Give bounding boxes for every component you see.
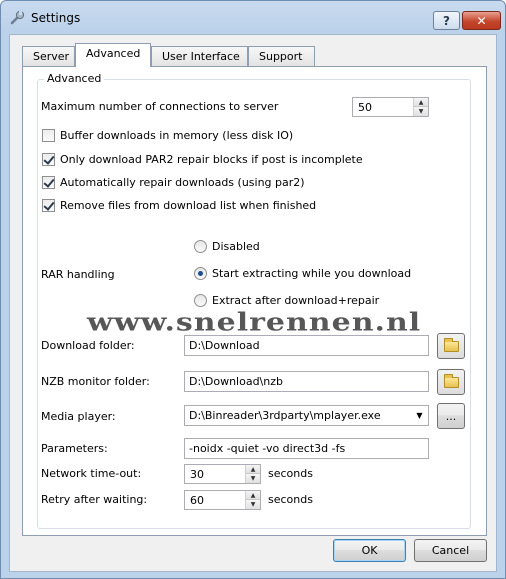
- auto-repair-label: Automatically repair downloads (using pa…: [60, 176, 305, 189]
- help-button[interactable]: ?: [433, 11, 460, 30]
- spin-down-icon[interactable]: ▼: [414, 107, 428, 116]
- rar-extract-after-label: Extract after download+repair: [212, 294, 380, 307]
- spinner-arrows: ▲ ▼: [413, 98, 428, 116]
- retry-spinner[interactable]: 60 ▲ ▼: [184, 490, 261, 510]
- ok-button[interactable]: OK: [333, 539, 406, 562]
- retry-label: Retry after waiting:: [41, 493, 148, 506]
- spinner-arrows: ▲ ▼: [245, 491, 260, 509]
- spin-up-icon[interactable]: ▲: [246, 465, 260, 474]
- spin-down-icon[interactable]: ▼: [246, 500, 260, 509]
- tab-user-interface[interactable]: User Interface: [151, 46, 248, 66]
- max-connections-value: 50: [358, 101, 372, 114]
- nzb-folder-label: NZB monitor folder:: [41, 375, 150, 388]
- folder-icon: [444, 374, 459, 388]
- download-folder-input[interactable]: D:\Download: [184, 335, 429, 356]
- spinner-arrows: ▲ ▼: [245, 465, 260, 483]
- rar-disabled-label: Disabled: [212, 240, 260, 253]
- auto-repair-checkbox[interactable]: [42, 176, 55, 189]
- title-bar[interactable]: Settings ? ✕: [1, 1, 505, 33]
- media-player-combo[interactable]: D:\Binreader\3rdparty\mplayer.exe ▼: [184, 405, 429, 426]
- timeout-unit: seconds: [268, 467, 313, 480]
- media-player-browse-button[interactable]: ...: [437, 403, 465, 429]
- parameters-input[interactable]: -noidx -quiet -vo direct3d -fs: [184, 438, 429, 459]
- rar-handling-label: RAR handling: [41, 268, 115, 281]
- retry-unit: seconds: [268, 493, 313, 506]
- wrench-icon: [10, 10, 25, 25]
- par2-blocks-label: Only download PAR2 repair blocks if post…: [60, 153, 363, 166]
- parameters-label: Parameters:: [41, 442, 108, 455]
- watermark: www.snelrennen.nl: [87, 307, 422, 338]
- media-player-value: D:\Binreader\3rdparty\mplayer.exe: [189, 409, 381, 422]
- max-connections-spinner[interactable]: 50 ▲ ▼: [352, 97, 429, 117]
- par2-blocks-checkbox[interactable]: [42, 153, 55, 166]
- dialog-client-area: Server Advanced User Interface Support A…: [9, 34, 497, 572]
- nzb-folder-browse-button[interactable]: [437, 369, 465, 395]
- advanced-tab-panel: Advanced Maximum number of connections t…: [22, 66, 487, 536]
- rar-extract-while-label: Start extracting while you download: [212, 267, 412, 280]
- timeout-spinner[interactable]: 30 ▲ ▼: [184, 464, 261, 484]
- tab-advanced[interactable]: Advanced: [75, 43, 151, 67]
- download-folder-label: Download folder:: [41, 339, 135, 352]
- buffer-downloads-label: Buffer downloads in memory (less disk IO…: [60, 129, 294, 142]
- window-title: Settings: [31, 11, 81, 25]
- nzb-folder-input[interactable]: D:\Download\nzb: [184, 371, 429, 392]
- folder-icon: [444, 338, 459, 352]
- tab-support[interactable]: Support: [248, 46, 315, 66]
- cancel-button[interactable]: Cancel: [414, 539, 487, 562]
- timeout-value: 30: [190, 468, 204, 481]
- rar-extract-while-radio[interactable]: [194, 267, 207, 280]
- group-title: Advanced: [44, 72, 105, 85]
- remove-files-checkbox[interactable]: [42, 199, 55, 212]
- spin-down-icon[interactable]: ▼: [246, 474, 260, 483]
- rar-extract-after-radio[interactable]: [194, 294, 207, 307]
- tab-server[interactable]: Server: [22, 46, 75, 66]
- close-button[interactable]: ✕: [462, 11, 501, 30]
- retry-value: 60: [190, 494, 204, 507]
- spin-up-icon[interactable]: ▲: [246, 491, 260, 500]
- max-connections-label: Maximum number of connections to server: [41, 100, 279, 113]
- buffer-downloads-checkbox[interactable]: [42, 129, 55, 142]
- settings-window: Settings ? ✕ Server Advanced User Interf…: [0, 0, 506, 579]
- rar-disabled-radio[interactable]: [194, 240, 207, 253]
- spin-up-icon[interactable]: ▲: [414, 98, 428, 107]
- media-player-label: Media player:: [41, 410, 116, 423]
- timeout-label: Network time-out:: [41, 467, 142, 480]
- chevron-down-icon[interactable]: ▼: [411, 406, 428, 425]
- download-folder-browse-button[interactable]: [437, 333, 465, 359]
- remove-files-label: Remove files from download list when fin…: [60, 199, 317, 212]
